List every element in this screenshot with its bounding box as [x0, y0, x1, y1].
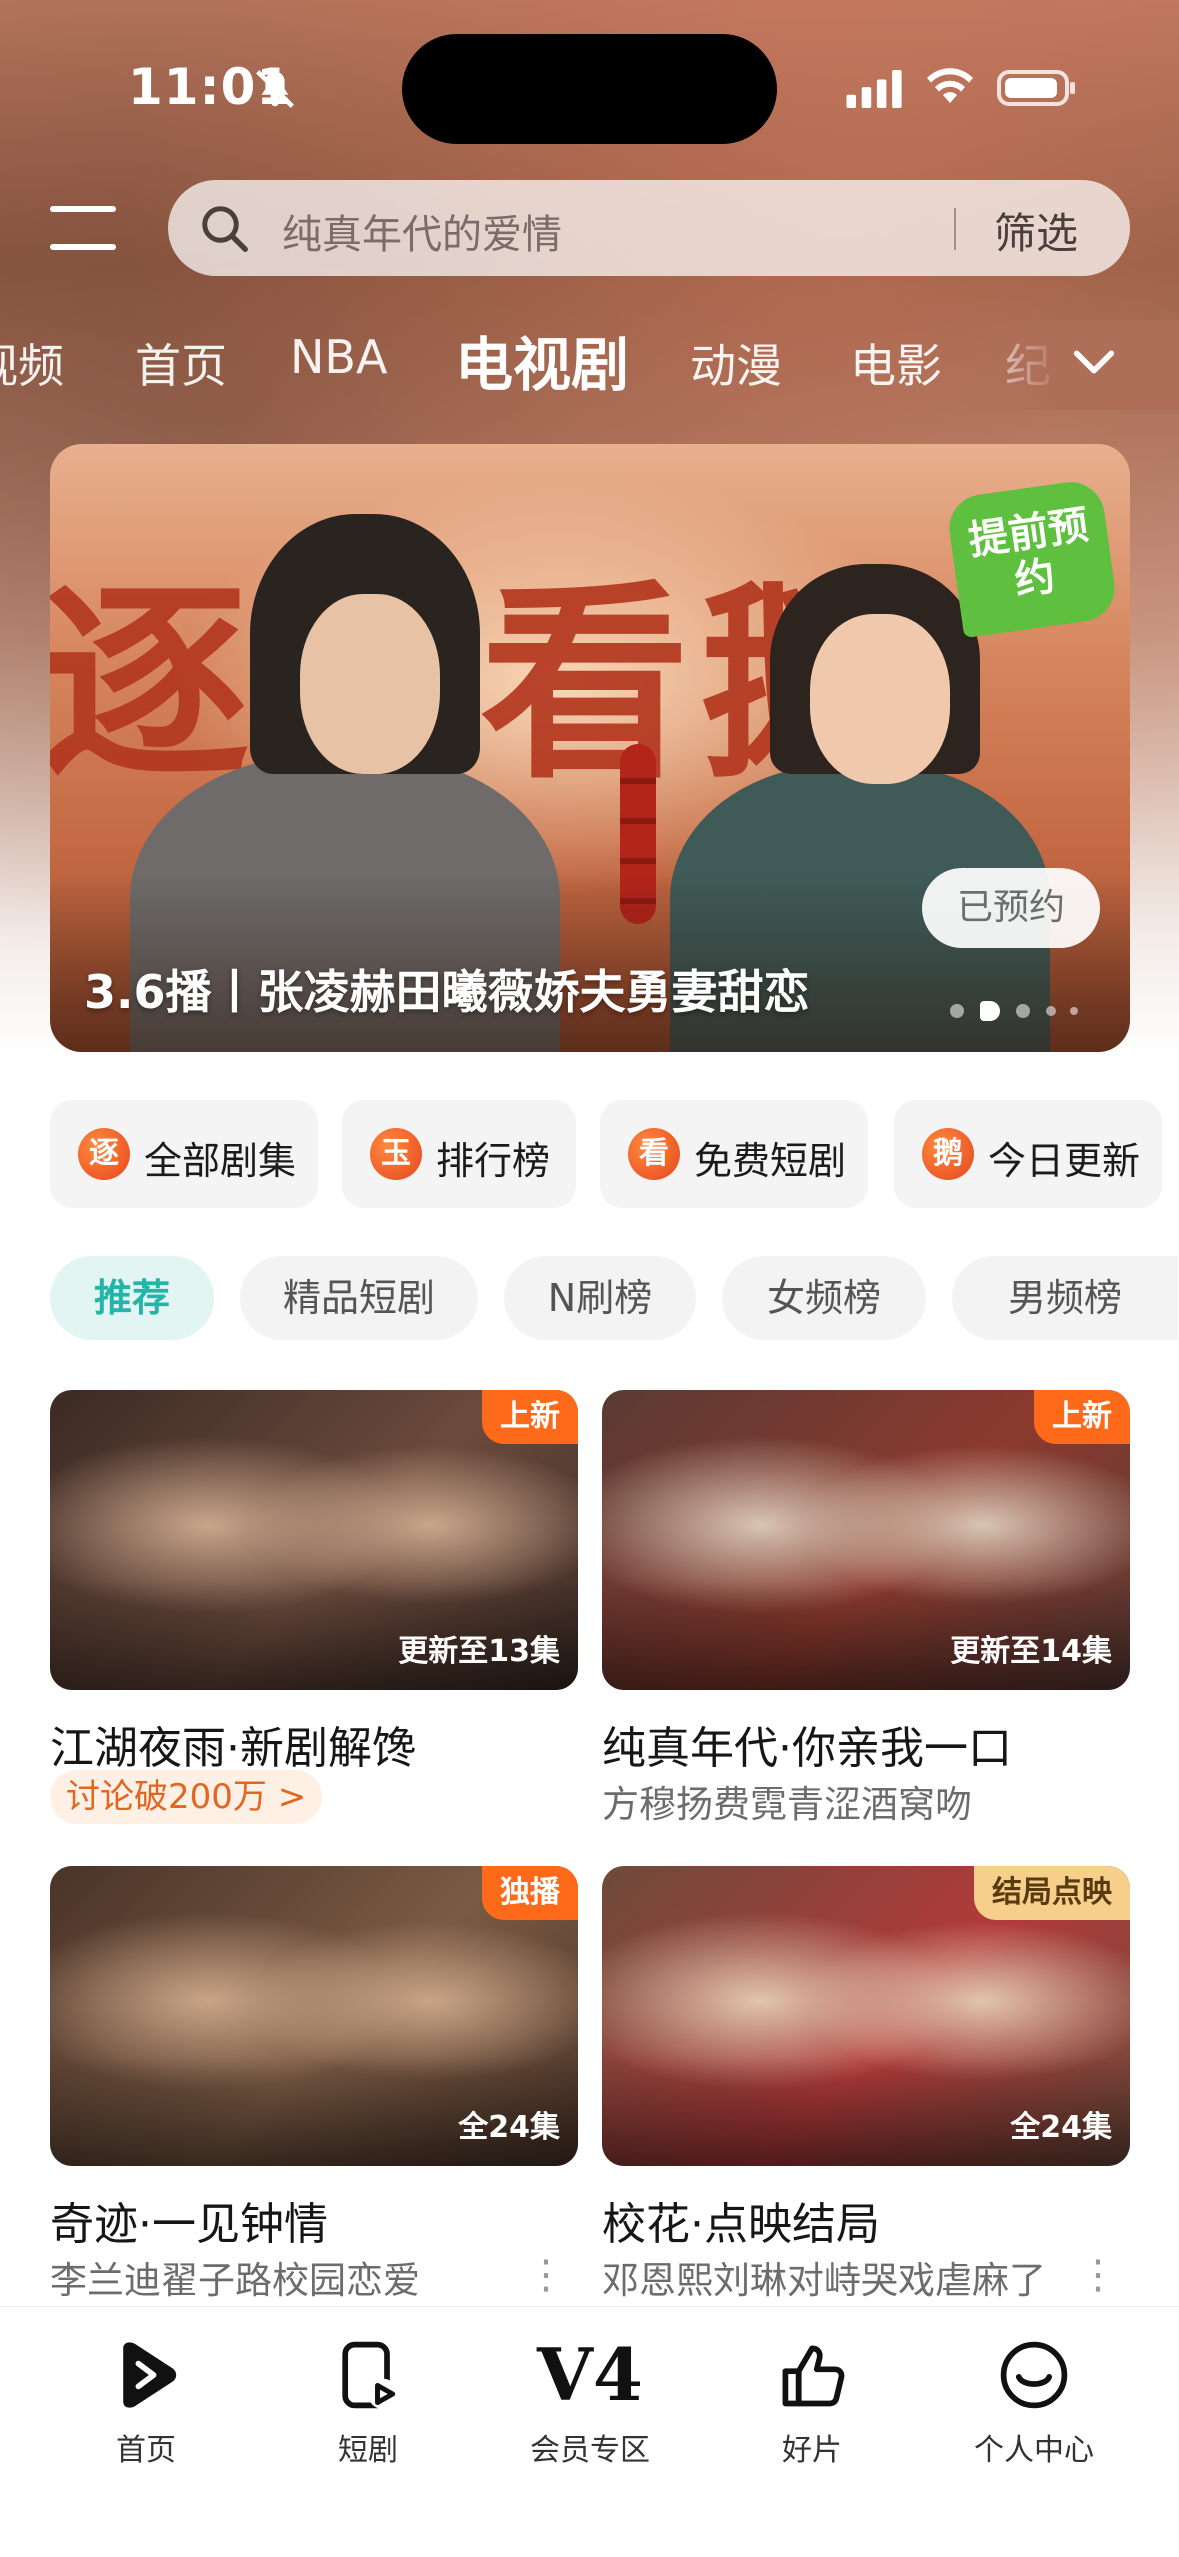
card-tag: 上新: [482, 1390, 578, 1444]
hero-banner[interactable]: 逐玉看鹅 提前预约 已预约 3.6播丨张凌赫田曦薇娇夫勇妻甜恋: [50, 444, 1130, 1052]
quick-links: 逐 全部剧集 玉 排行榜 看 免费短剧 鹅 今日更新: [0, 1100, 1179, 1210]
chip-rewatch-chart[interactable]: N刷榜: [504, 1256, 696, 1340]
search-icon: [202, 206, 248, 252]
smile-face-icon: [1000, 2341, 1068, 2409]
card-title[interactable]: 纯真年代·你亲我一口: [602, 1712, 1012, 1776]
card-subtitle: 邓恩熙刘琳对峙哭戏虐麻了: [602, 2259, 1046, 2302]
chip-recommend[interactable]: 推荐: [50, 1256, 214, 1340]
nav-home[interactable]: 首页: [56, 2337, 236, 2469]
channel-tabs: 视频 首页 NBA 电视剧 动漫 电影 纪: [0, 320, 1179, 410]
banner-actor-female-face: [810, 614, 950, 784]
card-episodes: 更新至13集: [398, 1634, 560, 1669]
card-title[interactable]: 奇迹·一见钟情: [50, 2188, 328, 2252]
card-tag: 独播: [482, 1866, 578, 1920]
card-tag: 上新: [1034, 1390, 1130, 1444]
nav-label: 短剧: [338, 2433, 398, 2468]
menu-icon[interactable]: [50, 200, 116, 256]
cellular-signal-icon: [846, 70, 902, 108]
quick-link-label: 全部剧集: [144, 1139, 297, 1183]
quick-link-label: 免费短剧: [694, 1139, 847, 1183]
tab-movie[interactable]: 电影: [850, 330, 942, 396]
search-divider: [954, 208, 956, 250]
card-title[interactable]: 江湖夜雨·新剧解馋: [50, 1712, 416, 1776]
quick-link-label: 排行榜: [436, 1139, 551, 1183]
nav-vip-zone[interactable]: V4 会员专区: [500, 2337, 680, 2469]
card-thumbnail[interactable]: 上新 更新至14集: [602, 1390, 1130, 1690]
carousel-dot[interactable]: [950, 1004, 964, 1018]
card-subtitle: 方穆扬费霓青涩酒窝吻: [602, 1783, 972, 1826]
quick-link-label: 今日更新: [988, 1139, 1141, 1183]
nav-profile[interactable]: 个人中心: [944, 2337, 1124, 2469]
card-subtitle: 李兰迪翟子路校园恋爱: [50, 2259, 420, 2302]
thumbs-up-icon: [782, 2345, 845, 2407]
short-drama-icon: [342, 2341, 399, 2410]
nav-short-drama[interactable]: 短剧: [278, 2337, 458, 2469]
quick-link-ranking[interactable]: 玉 排行榜: [342, 1100, 576, 1208]
nav-label: 首页: [116, 2433, 176, 2468]
chevron-down-icon[interactable]: [1068, 336, 1120, 388]
card-episodes: 全24集: [458, 2110, 560, 2145]
chip-female-chart[interactable]: 女频榜: [722, 1256, 926, 1340]
wifi-icon: [927, 68, 973, 103]
carousel-dot[interactable]: [1046, 1006, 1056, 1016]
carousel-dots: [950, 1000, 1110, 1021]
discussion-pill[interactable]: 讨论破200万 >: [50, 1770, 323, 1824]
card-title[interactable]: 校花·点映结局: [602, 2188, 880, 2252]
quick-link-today-updates[interactable]: 鹅 今日更新: [894, 1100, 1162, 1208]
preorder-badge-label: 提前预约: [965, 502, 1092, 605]
ranking-icon: 玉: [370, 1128, 422, 1180]
card-tag: 结局点映: [974, 1866, 1130, 1920]
banner-actor-male-face: [300, 594, 440, 774]
play-logo-icon: [123, 2342, 177, 2408]
chip-male-chart[interactable]: 男频榜: [952, 1256, 1178, 1340]
nav-label: 个人中心: [974, 2433, 1094, 2468]
all-series-icon: 逐: [78, 1128, 130, 1180]
card-thumbnail[interactable]: 结局点映 全24集: [602, 1866, 1130, 2166]
bell-muted-icon: [256, 70, 294, 108]
preorder-badge: 提前预约: [945, 477, 1119, 639]
card-episodes: 更新至14集: [950, 1634, 1112, 1669]
quick-link-free-shorts[interactable]: 看 免费短剧: [600, 1100, 868, 1208]
quick-link-all-series[interactable]: 逐 全部剧集: [50, 1100, 318, 1208]
tab-home[interactable]: 首页: [135, 330, 227, 396]
card-episodes: 全24集: [1010, 2110, 1112, 2145]
vip-v4-icon: V4: [537, 2332, 643, 2417]
battery-icon: [997, 70, 1075, 106]
today-updates-icon: 鹅: [922, 1128, 974, 1180]
card-thumbnail[interactable]: 上新 更新至13集: [50, 1390, 578, 1690]
chip-premium-shorts[interactable]: 精品短剧: [240, 1256, 478, 1340]
bottom-nav: 首页 短剧 V4 会员专区 好片 个人中心: [0, 2306, 1179, 2557]
nav-good-films[interactable]: 好片: [722, 2337, 902, 2469]
search-bar[interactable]: 纯真年代的爱情 筛选: [168, 180, 1130, 276]
carousel-dot[interactable]: [1070, 1007, 1078, 1015]
filter-button[interactable]: 筛选: [994, 200, 1078, 261]
filter-chips: 推荐 精品短剧 N刷榜 女频榜 男频榜: [0, 1256, 1179, 1342]
tab-tv-series[interactable]: 电视剧: [455, 320, 629, 402]
card-thumbnail[interactable]: 独播 全24集: [50, 1866, 578, 2166]
more-options-icon[interactable]: ⋮: [526, 2252, 566, 2298]
nav-label: 好片: [782, 2433, 842, 2468]
dynamic-island: [402, 34, 777, 144]
carousel-dot[interactable]: [1016, 1004, 1030, 1018]
free-shorts-icon: 看: [628, 1128, 680, 1180]
tab-nba[interactable]: NBA: [290, 330, 387, 384]
tab-video[interactable]: 视频: [0, 330, 64, 396]
banner-caption: 3.6播丨张凌赫田曦薇娇夫勇妻甜恋: [84, 965, 810, 1019]
search-input[interactable]: 纯真年代的爱情: [282, 202, 562, 260]
booked-button[interactable]: 已预约: [922, 868, 1100, 948]
status-bar: 11:01: [0, 0, 1179, 170]
tab-anime[interactable]: 动漫: [690, 330, 782, 396]
carousel-dot-active[interactable]: [980, 1001, 1000, 1021]
more-options-icon[interactable]: ⋮: [1078, 2252, 1118, 2298]
nav-label: 会员专区: [530, 2433, 650, 2468]
